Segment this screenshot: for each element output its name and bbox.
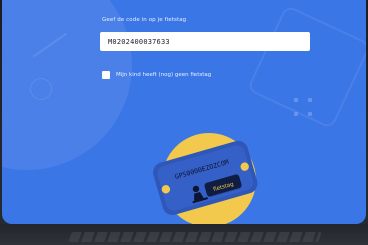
code-prompt-label: Geef de code in op je fietstag	[102, 17, 187, 23]
decorative-ring	[30, 78, 52, 100]
device-frame: Geef de code in op je fietstag M02024000…	[0, 0, 368, 245]
bike-tag-illustration-icon: GPS0000EZOZCOM fietstag	[153, 133, 258, 224]
app-screen: Geef de code in op je fietstag M02024000…	[2, 0, 366, 224]
dot	[308, 98, 312, 102]
code-input-value: M0202400037633	[108, 37, 170, 46]
keyboard-hint	[68, 232, 322, 242]
dot	[294, 98, 298, 102]
code-input[interactable]: M0202400037633	[100, 32, 310, 51]
decorative-line	[33, 32, 67, 58]
no-tag-checkbox[interactable]	[102, 71, 110, 79]
no-tag-checkbox-row[interactable]: Mijn kind heeft (nog) geen fietstag	[102, 71, 211, 79]
dots-grid-icon	[294, 98, 318, 122]
decorative-circle	[2, 0, 132, 170]
no-tag-checkbox-label: Mijn kind heeft (nog) geen fietstag	[116, 72, 212, 78]
dot	[308, 112, 312, 116]
dot	[294, 112, 298, 116]
